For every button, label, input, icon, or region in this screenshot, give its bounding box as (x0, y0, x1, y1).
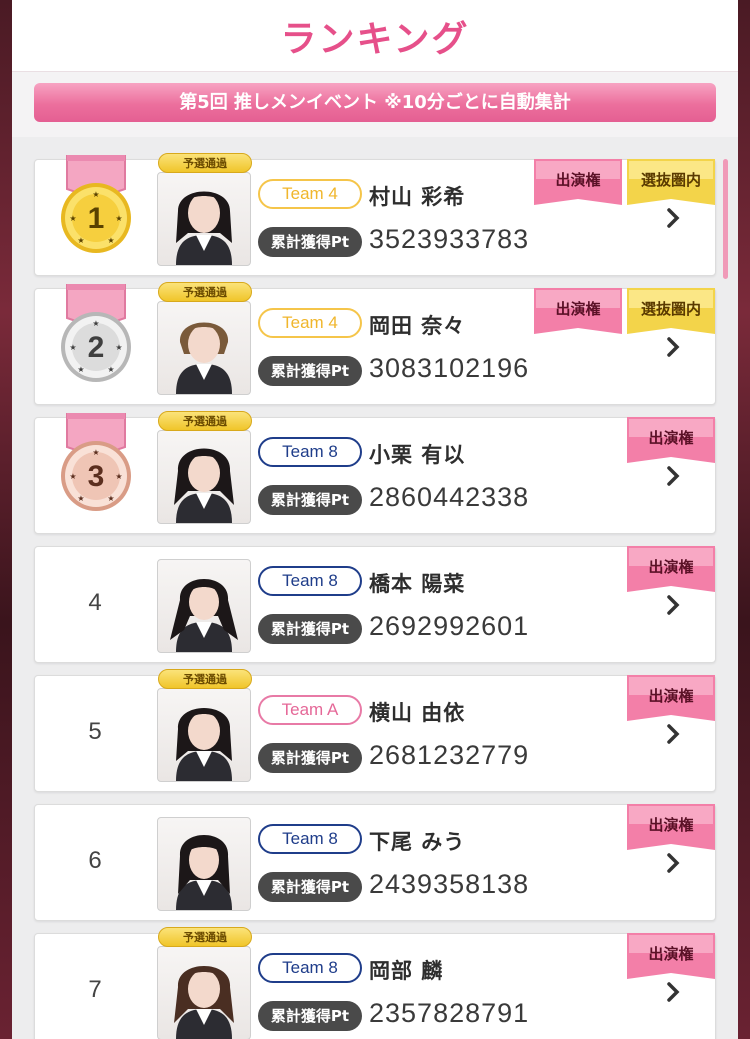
ranking-panel: ランキング 第5回 推しメンイベント ※10分ごとに自動集計 1 ★ ★ ★ ★… (12, 0, 738, 1039)
rank-number: 4 (88, 589, 102, 616)
svg-text:★: ★ (92, 319, 99, 328)
event-banner: 第5回 推しメンイベント ※10分ごとに自動集計 (34, 83, 716, 122)
team-badge: Team 8 (258, 953, 362, 983)
svg-text:★: ★ (115, 214, 122, 223)
chevron-right-icon[interactable] (663, 593, 683, 617)
gold-medal-icon: 1 ★ ★ ★ ★ ★ (61, 155, 131, 253)
svg-text:★: ★ (69, 214, 76, 223)
points-label: 累計獲得Pt (258, 872, 362, 902)
qualifier-badge: 予選通過 (158, 282, 252, 302)
points-value: 2860442338 (369, 482, 530, 512)
member-name: 下尾 みう (369, 830, 466, 854)
header: ランキング (12, 0, 738, 72)
chevron-right-icon[interactable] (663, 464, 683, 488)
team-badge: Team 8 (258, 824, 362, 854)
svg-text:★: ★ (92, 190, 99, 199)
svg-text:★: ★ (77, 365, 84, 374)
team-badge: Team 4 (258, 308, 362, 338)
scrollbar[interactable] (723, 159, 728, 279)
svg-text:★: ★ (115, 472, 122, 481)
team-badge: Team 8 (258, 566, 362, 596)
qualifier-badge: 予選通過 (158, 411, 252, 431)
ranking-row[interactable]: 1 ★ ★ ★ ★ ★ 予選通過 Team 4 村山 彩希 累計獲得Pt 352… (34, 153, 716, 276)
points-value: 2692992601 (369, 611, 530, 641)
team-badge: Team 8 (258, 437, 362, 467)
rank-number: 7 (88, 976, 102, 1003)
chevron-right-icon[interactable] (663, 851, 683, 875)
member-name: 村山 彩希 (369, 185, 466, 209)
appearance-flag: 出演権 (627, 933, 715, 983)
points-label: 累計獲得Pt (258, 1001, 362, 1031)
chevron-right-icon[interactable] (663, 206, 683, 230)
svg-text:★: ★ (69, 343, 76, 352)
selection-flag: 選抜圏内 (627, 288, 715, 338)
svg-text:2: 2 (88, 331, 105, 364)
svg-text:★: ★ (107, 494, 114, 503)
svg-text:★: ★ (69, 472, 76, 481)
member-name: 橋本 陽菜 (369, 572, 466, 596)
member-photo[interactable] (157, 172, 251, 266)
points-label: 累計獲得Pt (258, 743, 362, 773)
points-value: 3523933783 (369, 224, 530, 254)
page-title: ランキング (280, 19, 470, 60)
chevron-right-icon[interactable] (663, 722, 683, 746)
points-value: 3083102196 (369, 353, 530, 383)
member-photo[interactable] (157, 301, 251, 395)
appearance-flag: 出演権 (627, 804, 715, 854)
qualifier-badge: 予選通過 (158, 927, 252, 947)
member-name: 小栗 有以 (369, 443, 466, 467)
appearance-flag: 出演権 (534, 159, 622, 209)
appearance-flag: 出演権 (627, 675, 715, 725)
svg-text:1: 1 (88, 202, 105, 235)
svg-text:★: ★ (115, 343, 122, 352)
ranking-row[interactable]: 6 Team 8 下尾 みう 累計獲得Pt 2439358138 出演権 (34, 804, 716, 921)
svg-text:★: ★ (77, 494, 84, 503)
svg-text:3: 3 (88, 460, 105, 493)
chevron-right-icon[interactable] (663, 335, 683, 359)
svg-text:★: ★ (77, 236, 84, 245)
bronze-medal-icon: 3 ★ ★ ★ ★ ★ (61, 413, 131, 511)
points-value: 2439358138 (369, 869, 530, 899)
qualifier-badge: 予選通過 (158, 669, 252, 689)
member-photo[interactable] (157, 688, 251, 782)
rank-number: 6 (88, 847, 102, 874)
selection-flag: 選抜圏内 (627, 159, 715, 209)
ranking-row[interactable]: 5 予選通過 Team A 横山 由依 累計獲得Pt 2681232779 出演… (34, 669, 716, 792)
svg-text:★: ★ (107, 365, 114, 374)
appearance-flag: 出演権 (534, 288, 622, 338)
qualifier-badge: 予選通過 (158, 153, 252, 173)
member-name: 岡田 奈々 (369, 314, 466, 338)
appearance-flag: 出演権 (627, 546, 715, 596)
rank-number: 5 (88, 718, 102, 745)
svg-text:★: ★ (107, 236, 114, 245)
appearance-flag: 出演権 (627, 417, 715, 467)
member-photo[interactable] (157, 817, 251, 911)
ranking-row[interactable]: 4 Team 8 橋本 陽菜 累計獲得Pt 2692992601 出演権 (34, 546, 716, 663)
svg-text:★: ★ (92, 448, 99, 457)
chevron-right-icon[interactable] (663, 980, 683, 1004)
points-label: 累計獲得Pt (258, 356, 362, 386)
ranking-row[interactable]: 7 予選通過 Team 8 岡部 麟 累計獲得Pt 2357828791 出演権 (34, 927, 716, 1039)
member-photo[interactable] (157, 430, 251, 524)
points-label: 累計獲得Pt (258, 227, 362, 257)
points-value: 2681232779 (369, 740, 530, 770)
points-label: 累計獲得Pt (258, 485, 362, 515)
silver-medal-icon: 2 ★ ★ ★ ★ ★ (61, 284, 131, 382)
member-photo[interactable] (157, 559, 251, 653)
team-badge: Team A (258, 695, 362, 725)
points-label: 累計獲得Pt (258, 614, 362, 644)
member-name: 横山 由依 (369, 701, 466, 725)
points-value: 2357828791 (369, 998, 530, 1028)
ranking-row[interactable]: 3 ★ ★ ★ ★ ★ 予選通過 Team 8 小栗 有以 累計獲得Pt 286… (34, 411, 716, 534)
background-right (736, 0, 750, 1039)
member-photo[interactable] (157, 946, 251, 1039)
member-name: 岡部 麟 (369, 959, 444, 983)
team-badge: Team 4 (258, 179, 362, 209)
ranking-row[interactable]: 2 ★ ★ ★ ★ ★ 予選通過 Team 4 岡田 奈々 累計獲得Pt 308… (34, 282, 716, 405)
